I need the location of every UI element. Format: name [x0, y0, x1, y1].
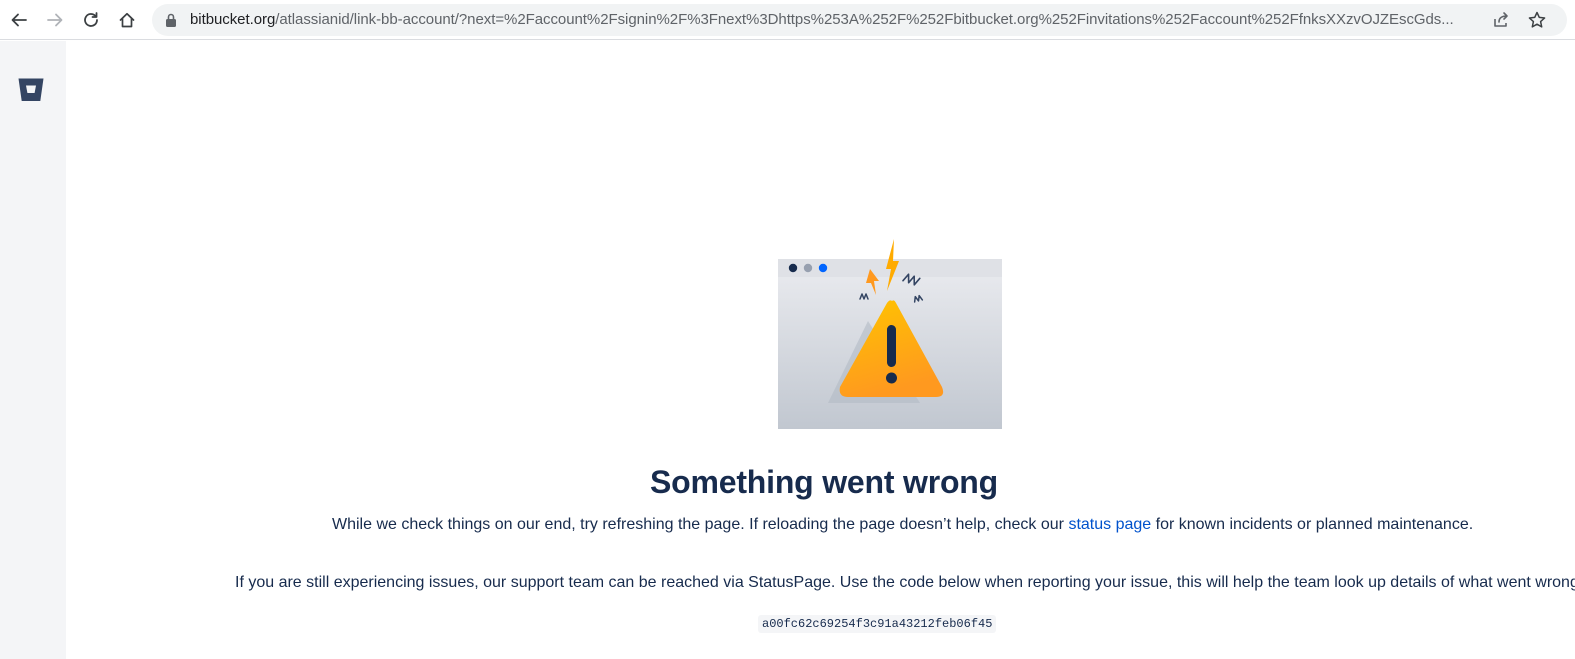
- lock-icon[interactable]: [165, 13, 177, 27]
- address-bar[interactable]: bitbucket.org/atlassianid/link-bb-accoun…: [152, 4, 1567, 36]
- support-message: If you are still experiencing issues, ou…: [235, 574, 1575, 591]
- reload-icon: [84, 12, 98, 27]
- url-host: bitbucket.org: [190, 11, 276, 28]
- forward-icon: [47, 13, 63, 27]
- window-dot-grey: [803, 263, 813, 273]
- window-dot-dark: [788, 263, 798, 273]
- forward-button[interactable]: [42, 7, 68, 33]
- error-message: While we check things on our end, try re…: [332, 516, 1473, 534]
- main-content: Something went wrong While we check thin…: [66, 41, 1575, 659]
- error-code[interactable]: a00fc62c69254f3c91a43212feb06f45: [758, 615, 997, 633]
- back-button[interactable]: [6, 7, 32, 33]
- home-icon: [119, 12, 135, 28]
- error-message-after: for known incidents or planned maintenan…: [1151, 516, 1474, 533]
- star-icon[interactable]: [1527, 10, 1547, 30]
- home-button[interactable]: [114, 7, 140, 33]
- warning-illustration: [778, 239, 1002, 429]
- product-sidebar: [0, 41, 66, 659]
- error-message-before: While we check things on our end, try re…: [332, 516, 1069, 533]
- reload-button[interactable]: [78, 7, 104, 33]
- url-path: /atlassianid/link-bb-account/?next=%2Fac…: [275, 11, 1454, 28]
- bitbucket-logo-icon[interactable]: [17, 77, 45, 103]
- window-dot-blue: [818, 263, 828, 273]
- error-title: Something went wrong: [650, 464, 998, 500]
- share-icon[interactable]: [1491, 10, 1511, 30]
- back-icon: [11, 13, 27, 27]
- url-text[interactable]: bitbucket.org/atlassianid/link-bb-accoun…: [190, 4, 1490, 36]
- browser-toolbar: bitbucket.org/atlassianid/link-bb-accoun…: [0, 0, 1575, 40]
- status-page-link[interactable]: status page: [1068, 516, 1151, 533]
